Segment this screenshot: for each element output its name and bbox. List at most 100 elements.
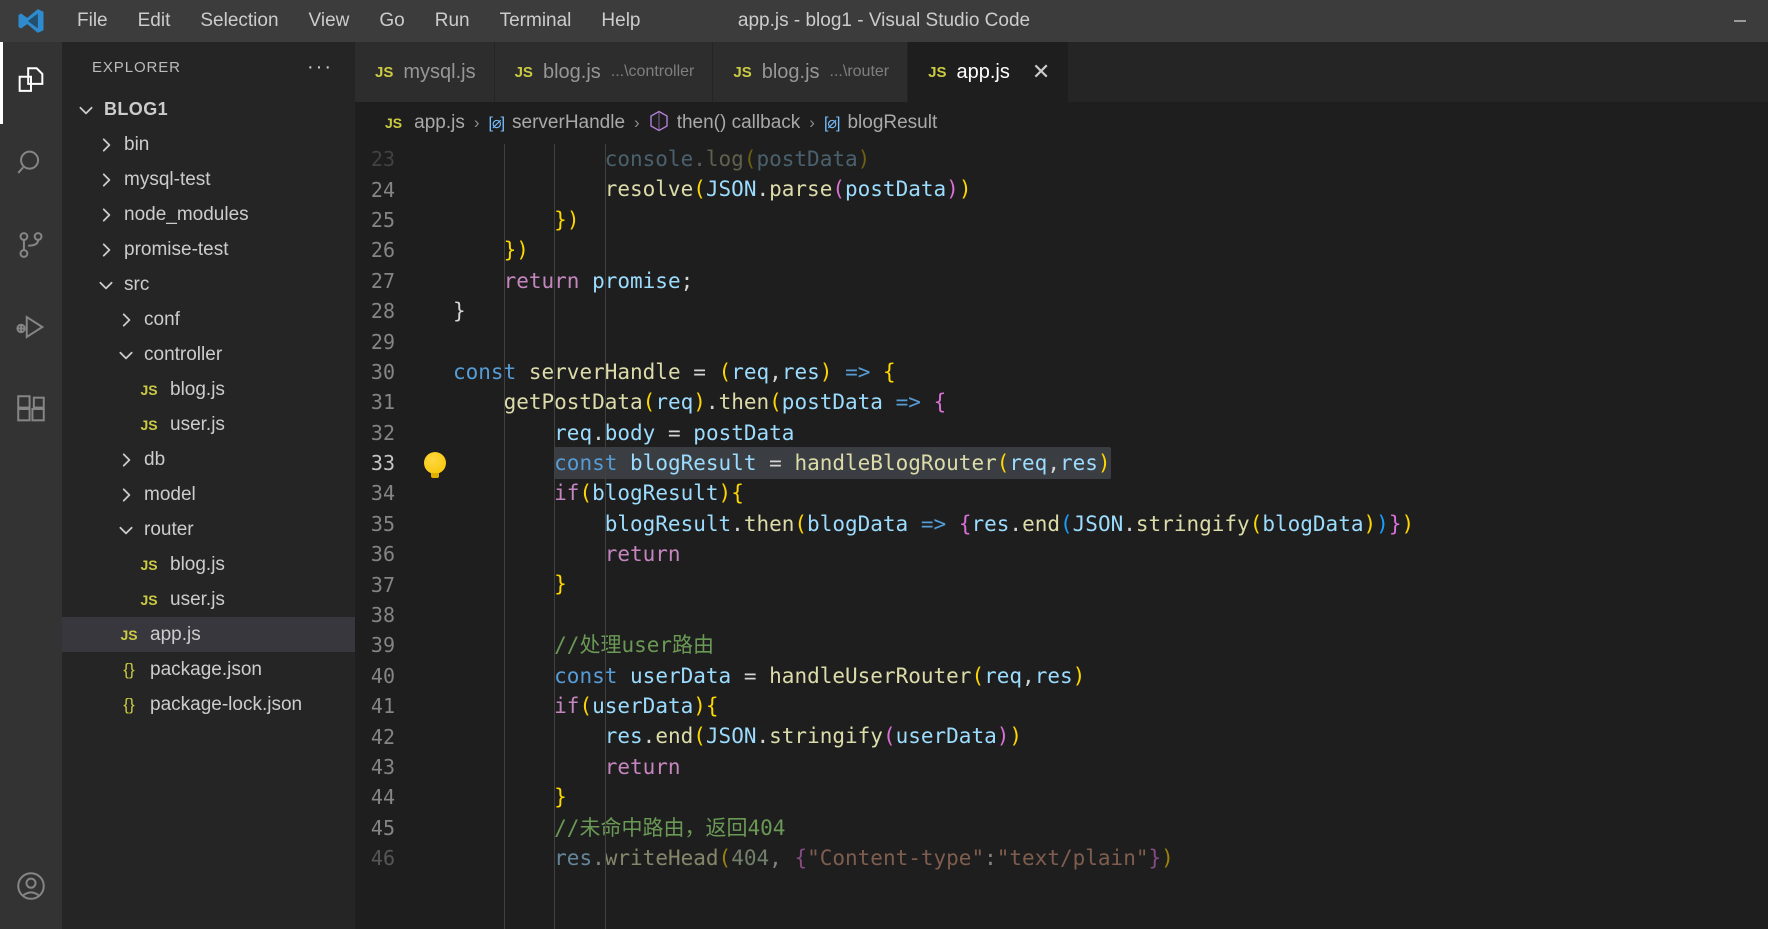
editor-tab-blog-js-controller[interactable]: JS blog.js ...\controller <box>494 42 714 102</box>
code-token: req <box>655 390 694 415</box>
activity-search[interactable] <box>0 124 62 206</box>
code-token: . <box>693 147 706 171</box>
tree-item-label: db <box>144 448 166 470</box>
code-token: ) <box>1072 663 1086 688</box>
breadcrumb-item-appjs[interactable]: JS app.js <box>385 112 465 134</box>
code-line[interactable]: 26 }) <box>355 235 1768 265</box>
code-line[interactable]: 28} <box>355 296 1768 326</box>
code-line[interactable]: 29 <box>355 326 1768 356</box>
tree-file-blog.js[interactable]: JS blog.js <box>62 372 355 407</box>
tree-folder-model[interactable]: model <box>62 477 355 512</box>
activity-run-debug[interactable] <box>0 288 62 370</box>
code-line[interactable]: 24 resolve(JSON. parse(postData)) <box>355 174 1768 204</box>
activity-accounts[interactable] <box>0 847 62 929</box>
code-line[interactable]: 31 getPostData(req). then(postData => { <box>355 387 1768 417</box>
code-line[interactable]: 43 return <box>355 752 1768 782</box>
menu-view[interactable]: View <box>294 4 365 38</box>
activity-extensions[interactable] <box>0 370 62 452</box>
menu-go[interactable]: Go <box>364 4 419 38</box>
code-text: } <box>453 296 1768 326</box>
tree-file-user.js[interactable]: JS user.js <box>62 582 355 617</box>
code-line[interactable]: 36 return <box>355 539 1768 569</box>
code-token: stringify <box>769 724 883 749</box>
code-line[interactable]: 45 //未命中路由，返回404 <box>355 813 1768 843</box>
code-line[interactable]: 34 if(blogResult){ <box>355 478 1768 508</box>
menu-terminal[interactable]: Terminal <box>485 4 587 38</box>
code-token: end <box>1022 511 1060 536</box>
code-text: return promise; <box>453 266 1768 296</box>
activity-explorer[interactable] <box>0 42 62 124</box>
activity-source-control[interactable] <box>0 206 62 288</box>
tree-folder-promise-test[interactable]: promise-test <box>62 232 355 267</box>
menu-run[interactable]: Run <box>420 4 485 38</box>
tree-folder-mysql-test[interactable]: mysql-test <box>62 162 355 197</box>
code-token: ( <box>579 694 593 719</box>
lightbulb-icon[interactable] <box>424 452 446 479</box>
menu-edit[interactable]: Edit <box>123 4 186 38</box>
chevron-down-icon <box>94 276 118 294</box>
code-line[interactable]: 35 blogResult. then(blogData => {res. end(… <box>355 509 1768 539</box>
code-line[interactable]: 23 console. log(postData) <box>355 144 1768 174</box>
code-line[interactable]: 33 const blogResult = handleBlogRouter(r… <box>355 446 1768 480</box>
code-line[interactable]: 25 }) <box>355 205 1768 235</box>
code-line[interactable]: 30 const serverHandle = (req, res) => { <box>355 357 1768 387</box>
code-line[interactable]: 44 } <box>355 782 1768 812</box>
tree-folder-db[interactable]: db <box>62 442 355 477</box>
code-line[interactable]: 37 } <box>355 569 1768 599</box>
breadcrumb-item-serverHandle[interactable]: [⌀] serverHandle <box>489 112 626 134</box>
code-line[interactable]: 27 return promise; <box>355 266 1768 296</box>
menu-help[interactable]: Help <box>586 4 655 38</box>
minimize-button[interactable] <box>1712 0 1768 42</box>
menu-selection[interactable]: Selection <box>185 4 293 38</box>
code-line[interactable]: 39 //处理user路由 <box>355 630 1768 660</box>
tree-file-blog.js[interactable]: JS blog.js <box>62 547 355 582</box>
line-number: 28 <box>370 299 395 324</box>
code-token: ( <box>832 177 845 202</box>
code-text: const blogResult = handleBlogRouter(req,… <box>453 446 1768 480</box>
menu-file[interactable]: File <box>62 4 123 38</box>
code-text: return <box>453 752 1768 782</box>
tree-file-app.js[interactable]: JS app.js <box>62 617 355 652</box>
breadcrumb-item-blogResult[interactable]: [⌀] blogResult <box>824 112 937 134</box>
code-token: userData <box>592 694 694 719</box>
code-token: const <box>453 359 517 384</box>
tree-folder-controller[interactable]: controller <box>62 337 355 372</box>
tree-folder-src[interactable]: src <box>62 267 355 302</box>
tree-folder-conf[interactable]: conf <box>62 302 355 337</box>
code-token: handleBlogRouter <box>794 450 997 475</box>
tree-file-user.js[interactable]: JS user.js <box>62 407 355 442</box>
code-token: ) <box>693 390 706 415</box>
tree-folder-router[interactable]: router <box>62 512 355 547</box>
code-line[interactable]: 46 res. writeHead(404, {"Content-type": "t… <box>355 843 1768 873</box>
code-line[interactable]: 42 res. end(JSON. stringify(userData)) <box>355 721 1768 751</box>
code-token: { <box>883 359 896 384</box>
tab-label: app.js <box>956 60 1010 83</box>
code-line[interactable]: 32 req. body = postData <box>355 418 1768 448</box>
js-file-icon: JS <box>514 63 533 81</box>
code-line[interactable]: 41 if(userData){ <box>355 691 1768 721</box>
code-token: . <box>642 724 656 749</box>
editor-tab-app-js[interactable]: JS app.js ✕ <box>908 42 1070 102</box>
code-line[interactable]: 38 <box>355 600 1768 630</box>
code-editor[interactable]: 23 console. log(postData) 24 resolve(JSON.… <box>355 144 1768 929</box>
code-token: body <box>604 420 656 445</box>
code-line[interactable]: 40 const userData = handleUserRouter(req… <box>355 661 1768 691</box>
line-number: 25 <box>370 207 395 232</box>
tree-root-blog1[interactable]: BLOG1 <box>62 92 355 127</box>
tree-folder-node_modules[interactable]: node_modules <box>62 197 355 232</box>
editor-tab-blog-js-router[interactable]: JS blog.js ...\router <box>713 42 909 102</box>
tab-close-icon[interactable]: ✕ <box>1032 61 1050 83</box>
tree-file-package-lock.json[interactable]: {} package-lock.json <box>62 687 355 722</box>
breadcrumb-item-thencallback[interactable]: then() callback <box>649 110 800 137</box>
editor-tab-mysql-js[interactable]: JS mysql.js <box>355 42 495 102</box>
line-number: 29 <box>370 329 395 354</box>
tree-folder-bin[interactable]: bin <box>62 127 355 162</box>
code-token: handleUserRouter <box>769 663 972 688</box>
symbol-variable-icon: [⌀] <box>823 115 841 132</box>
more-actions-icon[interactable]: ··· <box>297 56 343 79</box>
tree-file-package.json[interactable]: {} package.json <box>62 652 355 687</box>
